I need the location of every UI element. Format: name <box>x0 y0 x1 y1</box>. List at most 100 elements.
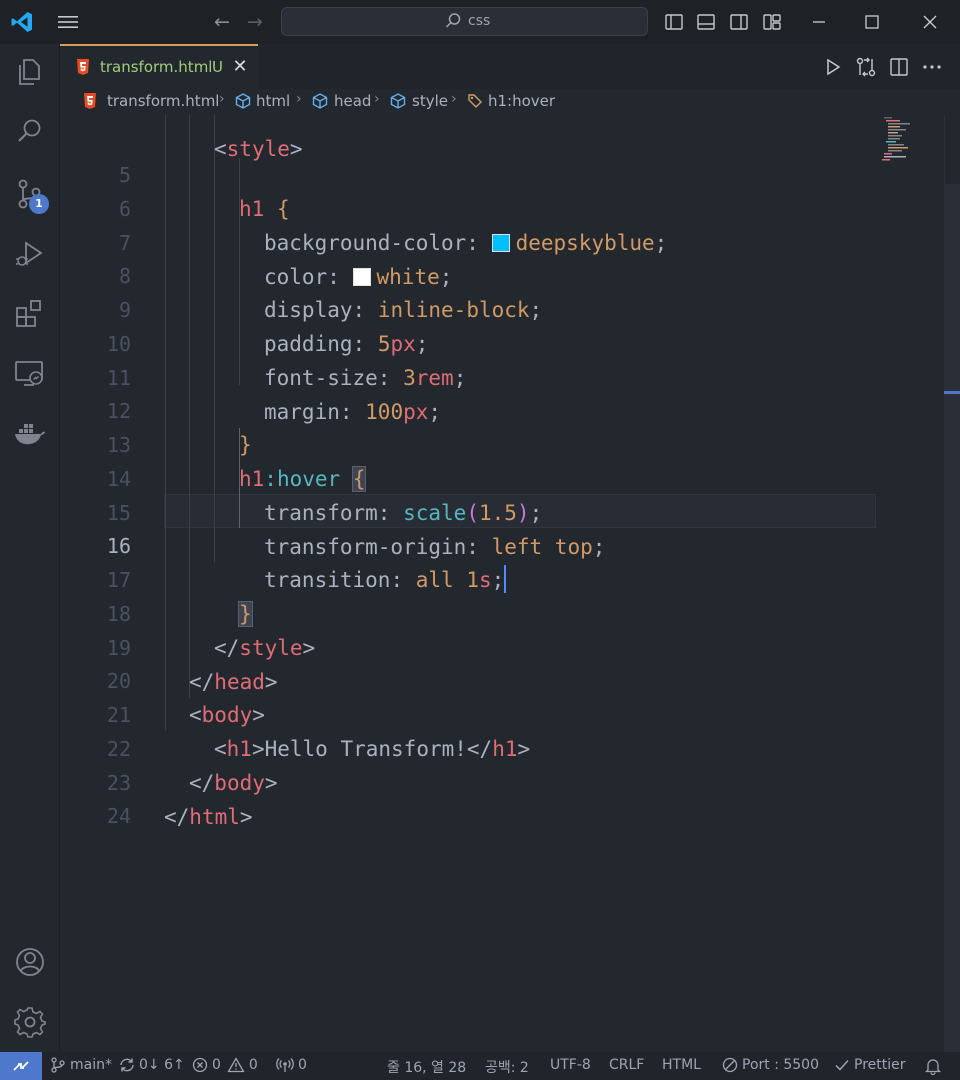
cursor-position[interactable]: 줄 16, 열 28 <box>387 1057 466 1077</box>
command-center-search[interactable]: css <box>281 7 648 36</box>
problems[interactable]: 0 0 <box>192 1057 258 1073</box>
scrollbar-thumb[interactable] <box>944 184 960 1052</box>
prettier[interactable]: Prettier <box>834 1057 906 1073</box>
code-line: 11 margin: 100px; <box>106 366 442 424</box>
split-editor-icon[interactable] <box>888 56 910 78</box>
close-window-icon[interactable] <box>919 11 941 33</box>
menu-icon[interactable] <box>56 12 80 32</box>
search-icon[interactable] <box>14 116 46 148</box>
toggle-panel-icon[interactable] <box>696 12 716 32</box>
check-icon <box>835 1060 849 1071</box>
editor-tab-bar: transform.html U ✕ <box>60 44 960 89</box>
toggle-secondary-sidebar-icon[interactable] <box>729 12 749 32</box>
breadcrumb-label: html <box>256 92 291 110</box>
breadcrumb-label: head <box>334 92 372 110</box>
untracked-indicator: U <box>212 58 223 76</box>
end-of-line[interactable]: CRLF <box>609 1057 644 1073</box>
warning-count: 0 <box>248 1057 258 1073</box>
code-line: 13 h1:hover { <box>106 433 367 492</box>
language-label: HTML <box>662 1057 701 1073</box>
accounts-icon[interactable] <box>14 946 46 978</box>
maximize-icon[interactable] <box>861 11 883 33</box>
tab-transform-html[interactable]: transform.html U ✕ <box>60 44 258 89</box>
code-line: 5 h1 { <box>118 163 290 221</box>
title-bar: ← → css <box>0 0 960 44</box>
remote-indicator[interactable] <box>0 1052 42 1080</box>
code-line: 20 <body> <box>106 669 265 727</box>
remote-icon <box>13 1061 29 1071</box>
code-line: 8 display: inline-block; <box>118 264 543 322</box>
code-line: 15 transform-origin: left top; <box>106 501 606 559</box>
breadcrumb-label: h1:hover <box>488 92 556 110</box>
code-line: 14 transform: scale(1.5); <box>106 467 543 525</box>
code-line: 9 padding: 5px; <box>118 298 429 356</box>
code-line: 7 color: white; <box>118 231 453 289</box>
code-line: 24 <box>106 804 131 828</box>
settings-gear-icon[interactable] <box>14 1006 46 1038</box>
symbol-structure-icon <box>312 93 328 109</box>
sync-label: 0↓ 6↑ <box>139 1057 185 1073</box>
vscode-logo-icon <box>11 12 32 32</box>
error-icon <box>192 1057 208 1073</box>
breadcrumb-head[interactable]: head <box>311 92 371 110</box>
code-line: 19 </head> <box>106 636 278 694</box>
code-editor[interactable]: <style> 5 h1 { 6 background-color: deeps… <box>60 115 944 1052</box>
customize-layout-icon[interactable] <box>762 12 782 32</box>
breadcrumb-file[interactable]: transform.html <box>83 92 219 110</box>
toggle-primary-sidebar-icon[interactable] <box>664 12 684 32</box>
breadcrumb-selector[interactable]: h1:hover <box>466 92 555 110</box>
code-line: 22 </body> <box>106 737 278 795</box>
git-branch[interactable]: main* <box>50 1057 112 1073</box>
ports-count: 0 <box>298 1057 307 1073</box>
encoding[interactable]: UTF-8 <box>550 1057 591 1073</box>
language-mode[interactable]: HTML <box>662 1057 701 1073</box>
live-server-port[interactable]: Port : 5500 <box>722 1057 819 1073</box>
explorer-icon[interactable] <box>14 56 46 88</box>
git-sync[interactable]: 0↓ 6↑ <box>118 1057 185 1073</box>
html5-file-icon <box>77 59 89 75</box>
breadcrumb-file-label: transform.html <box>107 92 220 110</box>
compare-changes-icon[interactable] <box>855 56 877 78</box>
more-actions-icon[interactable] <box>921 56 943 78</box>
forward-arrow-icon[interactable]: → <box>244 11 266 33</box>
error-count: 0 <box>212 1057 221 1073</box>
scrollbar-cursor-marker <box>944 391 960 394</box>
run-icon[interactable] <box>822 56 844 78</box>
code-line: 12 } <box>106 399 252 457</box>
symbol-structure-icon <box>390 93 406 109</box>
bell-icon <box>924 1059 942 1075</box>
chevron-right-icon: › <box>296 91 302 107</box>
indentation[interactable]: 공백: 2 <box>485 1057 529 1077</box>
breadcrumb-html[interactable]: html <box>234 92 290 110</box>
code-line: 6 background-color: deepskyblue; <box>118 197 668 255</box>
notifications[interactable] <box>924 1057 942 1075</box>
circle-slash-icon <box>722 1057 738 1073</box>
symbol-selector-icon <box>468 94 482 108</box>
run-debug-icon[interactable] <box>14 238 46 270</box>
warning-icon <box>227 1057 245 1073</box>
breadcrumb-label: style <box>412 92 448 110</box>
close-tab-icon[interactable]: ✕ <box>230 56 250 77</box>
status-bar: main* 0↓ 6↑ 0 0 0 줄 16, 열 28 공백: 2 UTF-8… <box>0 1052 960 1080</box>
search-icon <box>445 13 461 28</box>
minimap[interactable] <box>880 115 920 165</box>
code-line-active: 16 transition: all 1s; <box>106 534 507 593</box>
code-line: 23 </html> <box>106 771 253 829</box>
sync-icon <box>120 1058 134 1072</box>
ports[interactable]: 0 <box>276 1057 307 1073</box>
html5-file-icon <box>84 93 96 109</box>
breadcrumb-style[interactable]: style <box>389 92 448 110</box>
broadcast-icon <box>276 1058 294 1072</box>
docker-icon[interactable] <box>14 418 46 450</box>
activity-bar: 1 <box>0 44 60 1052</box>
eol-label: CRLF <box>609 1057 645 1073</box>
code-line: 21 <h1>Hello Transform!</h1> <box>106 703 531 761</box>
minimize-icon[interactable] <box>808 11 830 33</box>
back-arrow-icon[interactable]: ← <box>211 11 233 33</box>
tab-label: transform.html <box>100 58 213 76</box>
chevron-right-icon: › <box>374 91 380 107</box>
remote-explorer-icon[interactable] <box>14 358 46 390</box>
extensions-icon[interactable] <box>14 298 46 330</box>
search-text: css <box>468 13 491 29</box>
port-label: Port : 5500 <box>742 1057 819 1073</box>
